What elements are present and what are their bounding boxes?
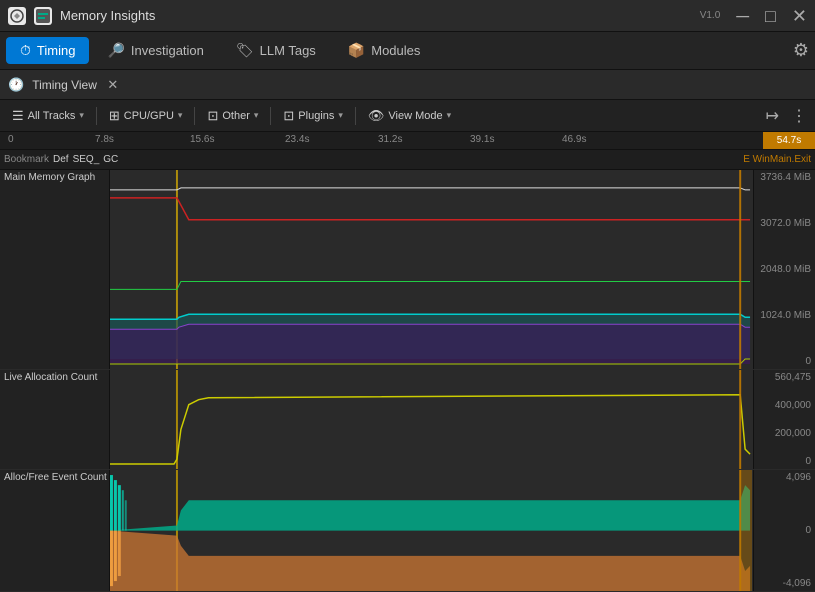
live-allocation-y-axis: 560,475 400,000 200,000 0	[753, 370, 815, 469]
end-label: E WinMain.Exit	[743, 154, 811, 165]
timing-view-header: 🕐 Timing View ✕	[0, 70, 815, 100]
tab-modules-label: Modules	[371, 43, 420, 58]
ruler-highlight: 54.7s	[763, 132, 815, 149]
app-icon	[8, 7, 26, 25]
title-bar: Memory Insights V1.0 ─ □ ✕	[0, 0, 815, 32]
pin-button[interactable]: ↦	[762, 104, 783, 128]
timing-view-label: Timing View	[32, 78, 97, 92]
live-allocation-chart[interactable]	[110, 370, 753, 469]
other-label: Other	[222, 110, 250, 122]
main-memory-graph-y-axis: 3736.4 MiB 3072.0 MiB 2048.0 MiB 1024.0 …	[753, 170, 815, 369]
y-label-200000: 200,000	[758, 428, 811, 439]
cpu-gpu-button[interactable]: ⊞ CPU/GPU ▾	[101, 105, 191, 127]
def-label: Def	[53, 154, 69, 165]
ruler-tick-4: 31.2s	[378, 134, 402, 145]
separator-1	[96, 107, 97, 125]
title-bar-controls: V1.0 ─ □ ✕	[700, 7, 807, 25]
ruler-highlight-label: 54.7s	[777, 135, 801, 146]
nav-bar: ⏱ Timing 🔎 Investigation 🏷 LLM Tags 📦 Mo…	[0, 32, 815, 70]
app-title: Memory Insights	[60, 8, 155, 23]
ruler-tick-6: 46.9s	[562, 134, 586, 145]
y-label-400000: 400,000	[758, 400, 811, 411]
toolbar-right: ↦ ⋮	[762, 104, 811, 128]
main-memory-graph-section: Main Memory Graph	[0, 170, 815, 370]
y-label-560475: 560,475	[758, 372, 811, 383]
y-label-3072: 3072.0 MiB	[758, 218, 811, 229]
ruler-tick-2: 15.6s	[190, 134, 214, 145]
settings-button[interactable]: ⚙	[793, 40, 809, 61]
view-mode-icon: 👁	[368, 108, 385, 124]
tab-investigation[interactable]: 🔎 Investigation	[93, 37, 217, 64]
view-mode-button[interactable]: 👁 View Mode ▾	[360, 105, 459, 127]
ruler-tick-3: 23.4s	[285, 134, 309, 145]
more-options-button[interactable]: ⋮	[787, 104, 811, 128]
llm-tags-icon: 🏷	[236, 42, 254, 59]
timeline-ruler: 0 7.8s 15.6s 23.4s 31.2s 39.1s 46.9s 54.…	[0, 132, 815, 150]
separator-3	[270, 107, 271, 125]
cpu-gpu-chevron: ▾	[178, 110, 183, 121]
memory-insights-icon	[34, 7, 52, 25]
live-allocation-label: Live Allocation Count	[0, 370, 110, 469]
other-button[interactable]: ⊡ Other ▾	[199, 105, 266, 127]
plugins-chevron: ▾	[338, 110, 343, 121]
clock-icon: 🕐	[8, 77, 24, 93]
other-chevron: ▾	[254, 110, 259, 121]
alloc-free-chart[interactable]	[110, 470, 753, 591]
all-tracks-label: All Tracks	[28, 110, 76, 122]
y-label-0c: 0	[758, 525, 811, 536]
view-mode-chevron: ▾	[447, 110, 452, 121]
bookmark-label: Bookmark	[4, 154, 49, 165]
plugins-button[interactable]: ⊡ Plugins ▾	[275, 105, 351, 127]
other-icon: ⊡	[207, 108, 218, 124]
plugins-label: Plugins	[298, 110, 334, 122]
main-memory-graph-chart[interactable]	[110, 170, 753, 369]
y-label-neg4096: -4,096	[758, 578, 811, 589]
close-button[interactable]: ✕	[792, 7, 807, 25]
investigation-icon: 🔎	[107, 42, 124, 59]
gc-label: GC	[103, 154, 118, 165]
tab-timing-label: Timing	[37, 43, 76, 58]
tab-llm-tags-label: LLM Tags	[260, 43, 316, 58]
timing-view-close-button[interactable]: ✕	[105, 77, 121, 93]
y-label-1024: 1024.0 MiB	[758, 310, 811, 321]
tab-llm-tags[interactable]: 🏷 LLM Tags	[222, 37, 330, 64]
ruler-tick-0: 0	[8, 134, 14, 145]
alloc-free-section: Alloc/Free Event Count	[0, 470, 815, 592]
ruler-tick-1: 7.8s	[95, 134, 114, 145]
track-labels-row: Bookmark Def SEQ_ GC E WinMain.Exit	[0, 150, 815, 170]
tab-modules[interactable]: 📦 Modules	[334, 37, 435, 64]
modules-icon: 📦	[348, 42, 365, 59]
view-mode-label: View Mode	[388, 110, 442, 122]
minimize-button[interactable]: ─	[736, 7, 749, 25]
all-tracks-icon: ☰	[12, 108, 24, 124]
separator-4	[355, 107, 356, 125]
y-label-0b: 0	[758, 456, 811, 467]
alloc-free-label: Alloc/Free Event Count	[0, 470, 110, 591]
y-label-4096: 4,096	[758, 472, 811, 483]
seq-label: SEQ_	[73, 154, 100, 165]
live-allocation-section: Live Allocation Count 560,475 400,000 20…	[0, 370, 815, 470]
ruler-tick-5: 39.1s	[470, 134, 494, 145]
cpu-gpu-icon: ⊞	[109, 108, 120, 124]
y-label-0: 0	[758, 356, 811, 367]
toolbar: ☰ All Tracks ▾ ⊞ CPU/GPU ▾ ⊡ Other ▾ ⊡ P…	[0, 100, 815, 132]
y-label-3736: 3736.4 MiB	[758, 172, 811, 183]
y-label-2048: 2048.0 MiB	[758, 264, 811, 275]
tab-timing[interactable]: ⏱ Timing	[6, 37, 89, 64]
maximize-button[interactable]: □	[765, 7, 776, 25]
version-label: V1.0	[700, 10, 721, 21]
plugins-icon: ⊡	[283, 108, 294, 124]
alloc-free-y-axis: 4,096 0 -4,096	[753, 470, 815, 591]
all-tracks-chevron: ▾	[79, 110, 84, 121]
main-memory-graph-label: Main Memory Graph	[0, 170, 110, 369]
timing-icon: ⏱	[20, 42, 31, 59]
cpu-gpu-label: CPU/GPU	[124, 110, 174, 122]
tab-investigation-label: Investigation	[131, 43, 204, 58]
all-tracks-button[interactable]: ☰ All Tracks ▾	[4, 105, 92, 127]
separator-2	[194, 107, 195, 125]
title-bar-left: Memory Insights	[8, 7, 155, 25]
